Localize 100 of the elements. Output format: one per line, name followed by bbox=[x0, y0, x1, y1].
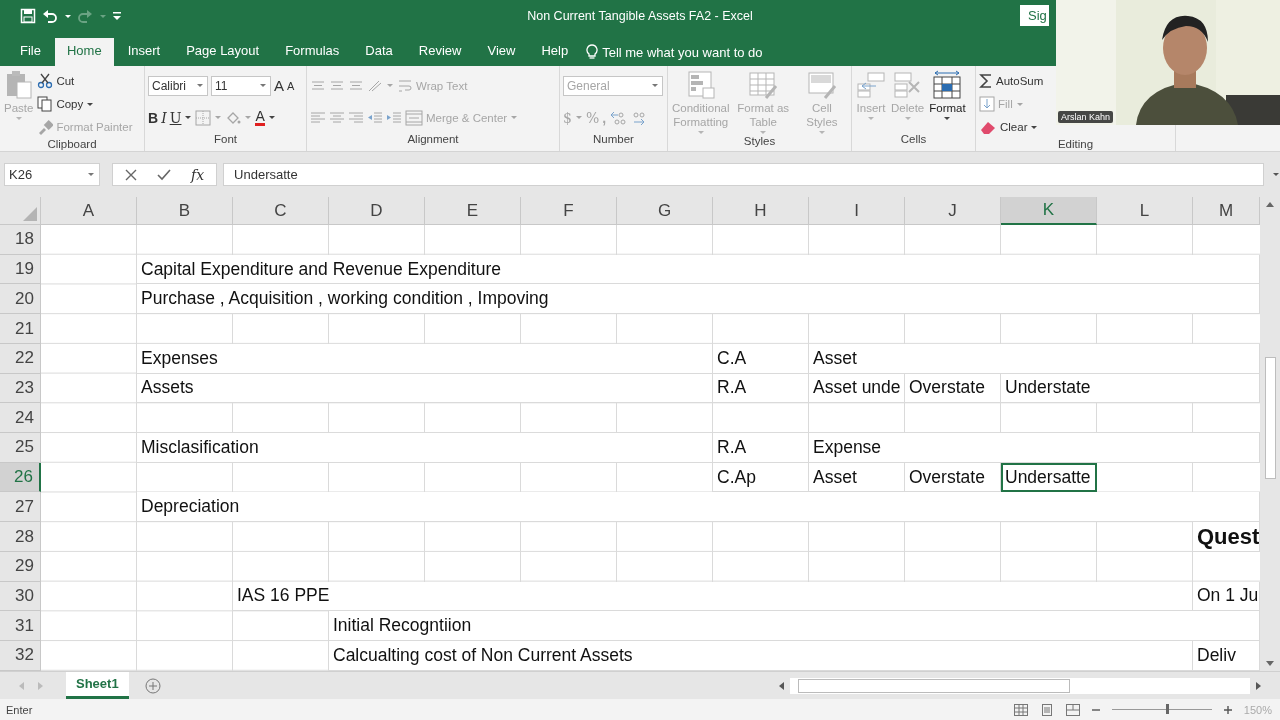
caret-icon bbox=[87, 172, 95, 177]
customize-icon[interactable] bbox=[112, 11, 122, 21]
window-title: Non Current Tangible Assets FA2 - Excel bbox=[527, 9, 753, 23]
ribbon-tab[interactable]: Review bbox=[406, 38, 474, 66]
scrollbar-thumb[interactable] bbox=[798, 678, 1070, 693]
column-header[interactable]: L bbox=[1097, 197, 1193, 225]
zoom-slider[interactable] bbox=[1165, 704, 1169, 714]
insert-function-button[interactable]: fx bbox=[191, 166, 205, 183]
table-cell[interactable]: Expense bbox=[809, 433, 1260, 463]
row-header[interactable]: 22 bbox=[0, 343, 41, 374]
column-header[interactable]: B bbox=[137, 197, 233, 225]
scroll-up-icon[interactable] bbox=[1266, 201, 1274, 207]
sheet-tab[interactable]: Sheet1 bbox=[66, 672, 129, 699]
scroll-down-icon[interactable] bbox=[1266, 661, 1274, 667]
column-header[interactable]: F bbox=[521, 197, 617, 225]
scroll-right-icon[interactable] bbox=[1256, 681, 1262, 690]
table-cell[interactable]: Initial Recogntiion bbox=[329, 611, 1260, 642]
save-icon[interactable] bbox=[20, 8, 36, 24]
column-header[interactable]: C bbox=[233, 197, 329, 225]
sign-in-button[interactable]: Sig bbox=[1020, 5, 1049, 26]
tell-me-search[interactable]: Tell me what you want to do bbox=[602, 44, 763, 60]
font-color-button[interactable]: A bbox=[255, 109, 276, 126]
shrink-font-button[interactable]: A bbox=[287, 79, 295, 92]
table-cell[interactable]: Misclasification bbox=[137, 433, 713, 463]
ribbon-tab[interactable]: Page Layout bbox=[174, 38, 272, 66]
row-header[interactable]: 32 bbox=[0, 641, 41, 671]
grow-font-button[interactable]: A bbox=[274, 77, 284, 94]
ribbon-tab[interactable]: Help bbox=[529, 38, 581, 66]
select-all-icon[interactable] bbox=[23, 207, 37, 221]
next-sheet-icon[interactable] bbox=[38, 681, 44, 690]
row-header[interactable]: 20 bbox=[0, 284, 41, 315]
row-header[interactable]: 21 bbox=[0, 314, 41, 344]
table-cell[interactable]: On 1 Ju bbox=[1193, 581, 1260, 612]
column-header[interactable]: M bbox=[1193, 197, 1260, 225]
underline-button[interactable]: U bbox=[169, 109, 193, 126]
merge-cells-icon bbox=[405, 109, 423, 126]
row-header[interactable]: 30 bbox=[0, 581, 41, 612]
cancel-icon[interactable] bbox=[125, 168, 137, 181]
normal-view-icon[interactable] bbox=[1013, 703, 1028, 716]
table-cell[interactable]: Expenses bbox=[137, 343, 713, 374]
check-icon[interactable] bbox=[157, 168, 171, 181]
formula-field[interactable]: Undersatte bbox=[223, 163, 1264, 186]
copy-button[interactable]: Copy bbox=[37, 96, 95, 112]
column-header[interactable]: D bbox=[329, 197, 425, 225]
autosum-button[interactable]: AutoSum bbox=[979, 73, 1044, 89]
scrollbar-thumb[interactable] bbox=[1264, 357, 1276, 479]
ribbon-tab[interactable]: Insert bbox=[115, 38, 173, 66]
row-header[interactable]: 23 bbox=[0, 373, 41, 404]
row-header[interactable]: 31 bbox=[0, 611, 41, 642]
group-label: Cells bbox=[899, 133, 928, 147]
ribbon-tab[interactable]: File bbox=[8, 38, 53, 66]
delete-cells-icon bbox=[892, 70, 923, 100]
row-header[interactable]: 27 bbox=[0, 492, 41, 523]
table-cell[interactable]: Quest bbox=[1193, 522, 1260, 552]
column-header[interactable]: J bbox=[905, 197, 1001, 225]
bold-button[interactable]: B bbox=[148, 109, 159, 126]
page-layout-icon[interactable] bbox=[1039, 703, 1054, 716]
expand-icon[interactable] bbox=[1272, 172, 1280, 177]
row-header[interactable]: 29 bbox=[0, 551, 41, 582]
previous-sheet-icon[interactable] bbox=[18, 681, 24, 690]
column-header[interactable]: I bbox=[809, 197, 905, 225]
name-box[interactable]: K26 bbox=[4, 163, 100, 186]
cut-button[interactable]: Cut bbox=[37, 73, 75, 89]
row-header[interactable]: 24 bbox=[0, 403, 41, 434]
table-cell[interactable]: Purchase , Acquisition , working condition , Impoving bbox=[137, 284, 1260, 315]
dropdown-field[interactable]: 11 bbox=[211, 75, 271, 96]
table-cell[interactable]: Depreciation bbox=[137, 492, 1260, 523]
table-cell[interactable]: Deliv bbox=[1193, 641, 1260, 671]
row-header[interactable]: 19 bbox=[0, 254, 41, 285]
ribbon-tab[interactable]: Home bbox=[54, 38, 114, 66]
active-cell[interactable]: Undersatte bbox=[1001, 462, 1097, 493]
ribbon-tab[interactable]: View bbox=[475, 38, 528, 66]
caret-icon bbox=[259, 83, 267, 88]
zoom-in-icon[interactable] bbox=[1223, 705, 1232, 714]
add-sheet-icon[interactable] bbox=[144, 677, 161, 694]
column-header[interactable]: A bbox=[41, 197, 137, 225]
dropdown-field[interactable]: Calibri bbox=[148, 75, 208, 96]
table-cell[interactable]: Capital Expenditure and Revenue Expenditure bbox=[137, 254, 1260, 285]
column-header[interactable]: K bbox=[1001, 197, 1097, 225]
scroll-left-icon[interactable] bbox=[778, 681, 784, 690]
table-cell[interactable]: Understate bbox=[1001, 373, 1260, 404]
page-break-icon[interactable] bbox=[1065, 703, 1080, 716]
italic-button[interactable]: I bbox=[161, 109, 167, 126]
clear-button[interactable]: Clear bbox=[979, 119, 1039, 135]
table-cell[interactable]: Calcualting cost of Non Current Assets bbox=[329, 641, 1193, 671]
ribbon-tab[interactable]: Data bbox=[353, 38, 405, 66]
column-header[interactable]: H bbox=[713, 197, 809, 225]
format-button[interactable]: Format bbox=[928, 70, 967, 133]
table-cell[interactable]: Asset bbox=[809, 343, 1260, 374]
table-cell[interactable]: Assets bbox=[137, 373, 713, 404]
ribbon-tab[interactable]: Formulas bbox=[273, 38, 352, 66]
caret-icon[interactable] bbox=[64, 13, 71, 19]
table-cell[interactable]: IAS 16 PPE bbox=[233, 581, 1193, 612]
row-header[interactable]: 28 bbox=[0, 522, 41, 552]
row-header[interactable]: 25 bbox=[0, 433, 41, 463]
column-header[interactable]: E bbox=[425, 197, 521, 225]
row-header[interactable]: 26 bbox=[0, 462, 41, 493]
row-header[interactable]: 18 bbox=[0, 225, 41, 255]
column-header[interactable]: G bbox=[617, 197, 713, 225]
undo-icon[interactable] bbox=[42, 8, 58, 24]
